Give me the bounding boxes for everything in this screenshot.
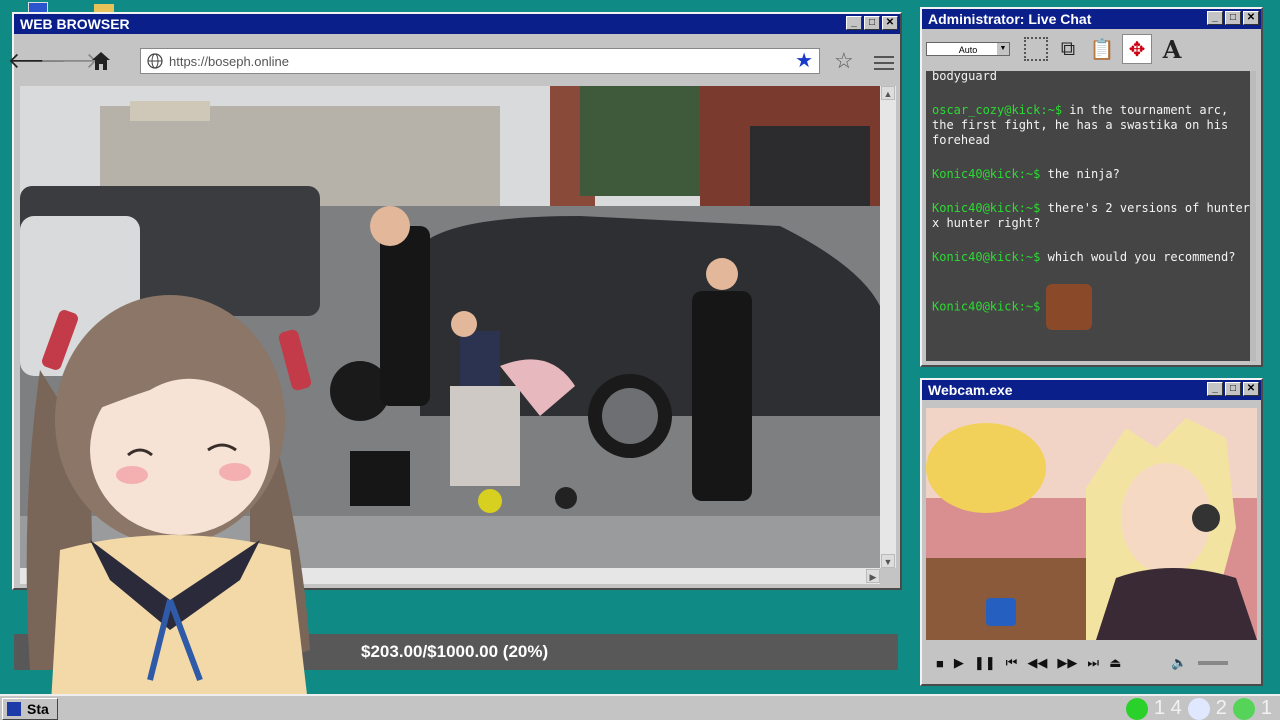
browser-window: WEB BROWSER _ □ ✕ 🡐 🡒 https://boseph.onl…: [8, 12, 902, 590]
move-icon[interactable]: ✥: [1122, 34, 1152, 64]
browser-navbar: 🡐 🡒 https://boseph.online ★ ☆: [8, 44, 898, 78]
scroll-right-icon[interactable]: ▶: [866, 569, 880, 583]
laughing-emote-icon: [1046, 284, 1093, 330]
second-viewer-count: 2: [1215, 697, 1227, 719]
chat-message: bodyguard: [932, 71, 998, 83]
home-icon[interactable]: [88, 48, 114, 74]
select-rect-icon[interactable]: [1024, 37, 1048, 61]
webcam-minimize-button[interactable]: _: [1207, 382, 1223, 396]
scroll-down-icon[interactable]: ▼: [881, 554, 895, 568]
chat-minimize-button[interactable]: _: [1207, 11, 1223, 25]
donation-goal-bar: $203.00/$1000.00 (20%): [14, 634, 898, 670]
browser-title: WEB BROWSER: [20, 16, 130, 32]
bookmark-star-icon[interactable]: ★: [795, 50, 813, 72]
start-label: Sta: [27, 701, 49, 717]
close-button[interactable]: ✕: [882, 16, 898, 30]
taskbar: Sta 1 4 2 1: [0, 694, 1280, 720]
parking-lot-photo: [20, 86, 880, 568]
chat-message: oscar_cozy@kick:~$ in the tournament arc…: [932, 103, 1229, 147]
browser-viewport: [20, 86, 880, 568]
horizontal-scrollbar[interactable]: ▶: [20, 568, 880, 584]
chat-toolbar: Auto ▼ ⧉ 📋 ✥ A: [924, 31, 1259, 67]
chat-log: bodyguard oscar_cozy@kick:~$ in the tour…: [926, 71, 1256, 361]
chat-titlebar[interactable]: Administrator: Live Chat _ □ ✕: [922, 9, 1261, 29]
chat-message: Konic40@kick:~$ there's 2 versions of hu…: [932, 201, 1250, 230]
webcam-titlebar[interactable]: Webcam.exe _ □ ✕: [922, 380, 1261, 400]
url-bar[interactable]: https://boseph.online ★: [140, 48, 820, 74]
skip-forward-icon[interactable]: ⏭: [1087, 655, 1099, 671]
volume-slider[interactable]: [1197, 661, 1228, 665]
webcam-window: Webcam.exe _ □ ✕ ■ ▶ ❚❚ ⏮ ◀◀ ▶▶ ⏭ ⏏ 🔈: [920, 378, 1263, 686]
paste-icon[interactable]: 📋: [1088, 35, 1116, 63]
webcam-view: [926, 408, 1257, 640]
maximize-button[interactable]: □: [864, 16, 880, 30]
chat-window: Administrator: Live Chat _ □ ✕ Auto ▼ ⧉ …: [920, 7, 1263, 367]
webcam-image: [926, 408, 1257, 640]
webcam-maximize-button[interactable]: □: [1225, 382, 1241, 396]
chat-message: Konic40@kick:~$ the ninja?: [932, 167, 1120, 181]
kick-logo-icon: [1125, 697, 1148, 720]
start-button[interactable]: Sta: [2, 698, 58, 720]
dropdown-arrow-icon[interactable]: ▼: [997, 43, 1009, 55]
copy-icon[interactable]: ⧉: [1054, 35, 1082, 63]
third-viewer-count: 1: [1260, 697, 1272, 719]
browser-titlebar[interactable]: WEB BROWSER _ □ ✕: [14, 14, 900, 34]
font-size-value: Auto: [958, 45, 978, 55]
vertical-scrollbar[interactable]: ▲ ▼: [880, 86, 896, 568]
minimize-button[interactable]: _: [846, 16, 862, 30]
forward-arrow-icon[interactable]: 🡒: [40, 48, 99, 74]
moon-icon: [1187, 697, 1210, 720]
media-controls: ■ ▶ ❚❚ ⏮ ◀◀ ▶▶ ⏭ ⏏ 🔈: [926, 646, 1257, 680]
url-text: https://boseph.online: [169, 53, 289, 69]
webcam-title: Webcam.exe: [928, 382, 1013, 398]
eject-icon[interactable]: ⏏: [1109, 655, 1121, 671]
donation-text: $203.00/$1000.00 (20%): [361, 642, 549, 661]
chat-message: Konic40@kick:~$: [932, 284, 1250, 330]
pause-icon[interactable]: ❚❚: [974, 655, 996, 671]
stop-icon[interactable]: ■: [936, 656, 944, 671]
chat-title: Administrator: Live Chat: [928, 11, 1092, 27]
menu-icon[interactable]: [874, 52, 894, 74]
webcam-close-button[interactable]: ✕: [1243, 382, 1259, 396]
font-size-select[interactable]: Auto ▼: [926, 42, 1010, 56]
fast-forward-icon[interactable]: ▶▶: [1057, 655, 1077, 671]
skip-back-icon[interactable]: ⏮: [1006, 655, 1018, 671]
volume-icon[interactable]: 🔈: [1171, 655, 1187, 671]
viewer-stats: 1 4 2 1: [1120, 697, 1272, 720]
rewind-icon[interactable]: ◀◀: [1027, 655, 1047, 671]
chat-maximize-button[interactable]: □: [1225, 11, 1241, 25]
favorites-star-icon[interactable]: ☆: [834, 50, 854, 72]
scroll-up-icon[interactable]: ▲: [881, 86, 895, 100]
rumble-logo-icon: [1232, 697, 1255, 720]
play-icon[interactable]: ▶: [954, 655, 964, 671]
font-icon[interactable]: A: [1158, 35, 1186, 64]
windows-logo-icon: [7, 702, 21, 716]
globe-icon: [147, 53, 163, 69]
chat-close-button[interactable]: ✕: [1243, 11, 1259, 25]
chat-message: Konic40@kick:~$ which would you recommen…: [932, 250, 1236, 264]
kick-viewer-count: 1 4: [1153, 697, 1182, 719]
chat-scrollbar[interactable]: [1250, 71, 1256, 361]
